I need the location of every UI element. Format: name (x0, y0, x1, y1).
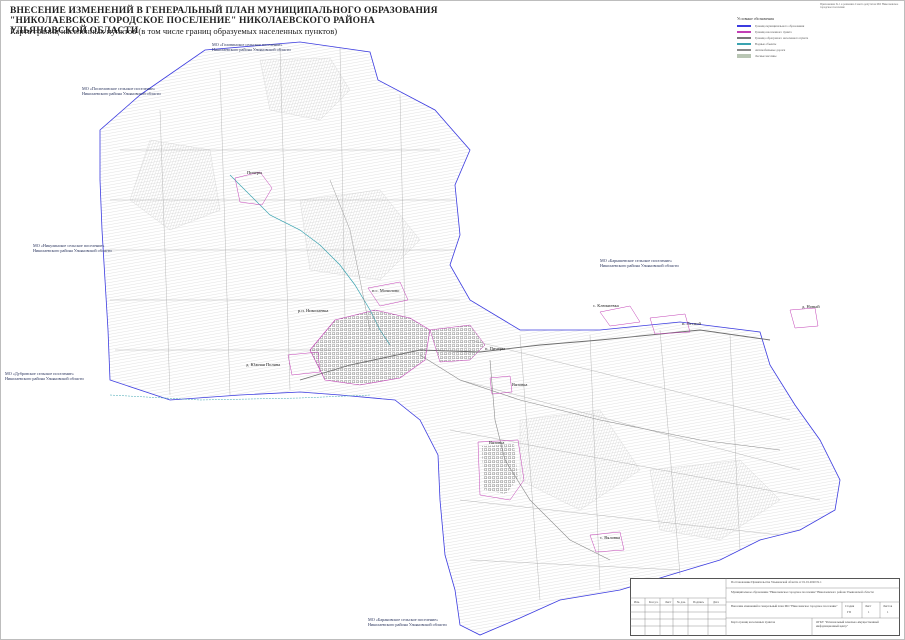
legend-swatch (737, 54, 751, 58)
neighbor-district: Николаевского района Ульяновской области (212, 47, 291, 52)
legend-row: Лесные массивы (737, 54, 887, 59)
legend-row: Автомобильные дороги (737, 48, 887, 53)
place-label: с. Клюкиевка (593, 303, 619, 308)
place-label: п.с. Мочилово (372, 288, 400, 293)
neighbor-label-golovinskoe: МО «Головинское сельское поселение» Нико… (212, 42, 291, 52)
legend-swatch (737, 37, 751, 39)
place-label: д. Новый (802, 304, 820, 309)
neighbor-district: Николаевского района Ульяновской области (368, 622, 447, 627)
legend-text: Граница населенного пункта (755, 30, 792, 34)
legend-text: Граница образуемого населенного пункта (755, 36, 809, 40)
legend-swatch (737, 31, 751, 33)
place-label: д. Южная Поляна (246, 362, 281, 367)
neighbor-district: Николаевского района Ульяновской области (82, 91, 161, 96)
place-label: с. Вяловка (600, 535, 621, 540)
legend-header: Условные обозначения (737, 17, 774, 21)
legend-row: Граница образуемого населенного пункта (737, 36, 887, 41)
legend-swatch (737, 43, 751, 45)
legend-row: Водные объекты (737, 42, 887, 47)
neighbor-label-nikulinskoe: МО «Никулинское сельское поселение» Нико… (33, 243, 112, 253)
title-block-grid (630, 578, 900, 636)
legend-row: Граница населенного пункта (737, 30, 887, 35)
neighbor-district: Николаевского района Ульяновской области (600, 263, 679, 268)
legend-text: Граница муниципального образования (755, 24, 805, 28)
legend-text: Водные объекты (755, 42, 777, 46)
place-label: р.п. Николаевка (298, 308, 329, 313)
place-label: Вязовка (512, 382, 528, 387)
neighbor-label-dubrovskoe: МО «Дубровское сельское поселение» Никол… (5, 371, 84, 381)
place-label: Вязовка (489, 440, 505, 445)
legend-text: Лесные массивы (755, 54, 777, 58)
place-label: п. Пичеры (485, 346, 505, 351)
neighbor-label-baranovskoe: МО «Барановское сельское поселение» Нико… (368, 617, 447, 627)
map-canvas (99, 41, 841, 636)
neighbor-district: Николаевского района Ульяновской области (5, 376, 84, 381)
legend-swatch (737, 49, 751, 51)
place-label: Пичеры (247, 170, 263, 175)
neighbor-label-pospelovskoe: МО «Поспеловское сельское поселение» Ник… (82, 86, 161, 96)
legend-row: Граница муниципального образования (737, 24, 887, 29)
neighbor-label-baryshevskoe: МО «Барышевское сельское поселение» Нико… (600, 258, 679, 268)
map-legend: Условные обозначения Граница муниципальн… (737, 17, 887, 77)
legend-swatch (737, 25, 751, 27)
stream (109, 394, 371, 401)
place-label: п. Лесной (682, 321, 701, 326)
neighbor-district: Николаевского района Ульяновской области (33, 248, 112, 253)
legend-text: Автомобильные дороги (755, 48, 786, 52)
